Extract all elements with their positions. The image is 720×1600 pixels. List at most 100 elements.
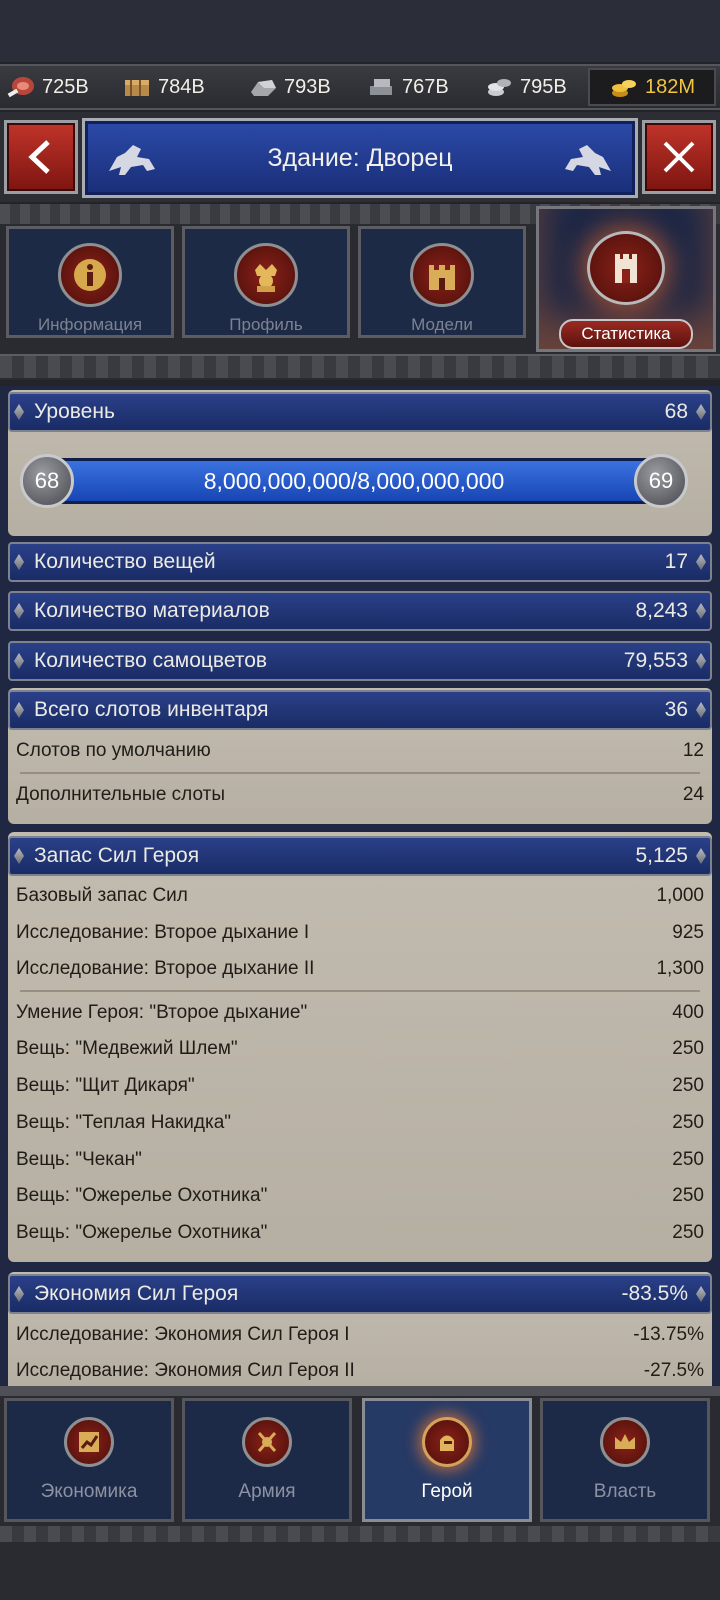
list-item: Базовый запас Сил 1,000 [16, 879, 704, 913]
stone-icon [251, 80, 276, 96]
energy-header: Запас Сил Героя 5,125 [8, 836, 712, 876]
resource-meat[interactable]: 725B [6, 66, 89, 108]
silver-icon [488, 79, 511, 96]
tab-label: Информация [37, 315, 143, 334]
current-level-badge: 68 [20, 454, 74, 508]
stat-label: Всего слотов инвентаря [34, 698, 269, 721]
row-label: Вещь: "Медвежий Шлем" [16, 1038, 238, 1059]
divider [20, 990, 700, 992]
close-button[interactable] [642, 120, 716, 194]
current-level-value: 68 [34, 468, 60, 493]
list-item: Исследование: Экономия Сил Героя II -27.… [16, 1354, 704, 1386]
stat-value: 8,243 [635, 599, 688, 622]
stat-value: -83.5% [621, 1282, 688, 1305]
row-value: 925 [672, 922, 704, 943]
row-value: 1,000 [656, 885, 704, 906]
list-item: Вещь: "Ожерелье Охотника" 250 [16, 1179, 704, 1213]
row-label: Слотов по умолчанию [16, 740, 211, 761]
level-progress: 8,000,000,000/8,000,000,000 68 69 [20, 454, 688, 508]
info-icon [74, 259, 106, 291]
row-label: Исследование: Второе дыхание II [16, 958, 315, 979]
nav-label: Власть [593, 1481, 657, 1502]
gold-coins-icon [611, 80, 636, 97]
tab-information[interactable]: Информация [6, 226, 174, 338]
resource-stone[interactable]: 793B [248, 66, 331, 108]
nav-emblem [600, 1417, 650, 1467]
stat-label: Запас Сил Героя [34, 844, 200, 867]
tab-emblem [410, 243, 474, 307]
stat-label: Количество самоцветов [34, 649, 268, 672]
title-bar: Здание: Дворец [0, 112, 720, 202]
nav-hero[interactable]: Герой [362, 1398, 532, 1522]
row-value: 250 [672, 1185, 704, 1206]
list-item: Исследование: Второе дыхание I 925 [16, 916, 704, 950]
row-label: Вещь: "Чекан" [16, 1149, 142, 1170]
stat-value: 79,553 [623, 649, 688, 672]
stat-value: 36 [664, 698, 688, 721]
level-header: Уровень 68 [8, 392, 712, 432]
row-value: 250 [672, 1222, 704, 1243]
stat-label: Количество вещей [34, 550, 216, 573]
crown-icon [615, 1434, 635, 1449]
nav-label: Герой [421, 1481, 473, 1502]
iron-value: 767B [402, 75, 449, 98]
items-count-row: Количество вещей 17 [8, 542, 712, 582]
wood-icon [125, 80, 149, 96]
chevron-left-icon [28, 140, 50, 174]
resource-iron[interactable]: 767B [366, 66, 449, 108]
army-icon [257, 1432, 277, 1452]
tab-emblem [587, 231, 665, 305]
lion-emblem-icon [109, 145, 155, 175]
nav-army[interactable]: Армия [182, 1398, 352, 1522]
row-value: -27.5% [643, 1360, 704, 1381]
level-value: 68 [664, 400, 688, 423]
stat-value: 5,125 [635, 844, 688, 867]
resource-silver[interactable]: 795B [484, 66, 567, 108]
decorative-trim [0, 354, 720, 378]
tab-models[interactable]: Модели [358, 226, 526, 338]
nav-emblem [242, 1417, 292, 1467]
nav-emblem [422, 1417, 472, 1467]
next-level-value: 69 [648, 468, 674, 493]
silver-value: 795B [520, 75, 567, 98]
wood-value: 784B [158, 75, 205, 98]
row-label: Вещь: "Ожерелье Охотника" [16, 1222, 268, 1243]
level-label: Уровень [34, 400, 115, 423]
next-level-badge: 69 [634, 454, 688, 508]
meat-value: 725B [42, 75, 89, 98]
list-item: Вещь: "Чекан" 250 [16, 1143, 704, 1177]
row-value: 1,300 [656, 958, 704, 979]
row-label: Исследование: Второе дыхание I [16, 922, 310, 943]
tab-emblem [234, 243, 298, 307]
nav-economy[interactable]: Экономика [4, 1398, 174, 1522]
list-item: Слотов по умолчанию 12 [16, 734, 704, 768]
row-label: Базовый запас Сил [16, 885, 188, 906]
stone-value: 793B [284, 75, 331, 98]
row-value: -13.75% [633, 1324, 704, 1345]
row-value: 12 [682, 740, 704, 761]
economy-icon [79, 1432, 99, 1452]
list-item: Вещь: "Щит Дикаря" 250 [16, 1069, 704, 1103]
row-value: 400 [672, 1002, 704, 1023]
nav-power[interactable]: Власть [540, 1398, 710, 1522]
progress-bar: 8,000,000,000/8,000,000,000 [46, 458, 662, 504]
lion-emblem-icon [565, 145, 611, 175]
inventory-header: Всего слотов инвентаря 36 [8, 690, 712, 730]
tab-statistics[interactable]: Статистика [536, 206, 716, 352]
back-button[interactable] [4, 120, 78, 194]
nav-label: Экономика [40, 1481, 138, 1502]
statistics-content[interactable]: Уровень 68 8,000,000,000/8,000,000,000 6… [0, 386, 720, 1386]
tab-profile[interactable]: Профиль [182, 226, 350, 338]
row-label: Исследование: Экономия Сил Героя II [16, 1360, 355, 1381]
stat-label: Количество материалов [34, 599, 270, 622]
status-bar-area [0, 0, 720, 62]
list-item: Умение Героя: "Второе дыхание" 400 [16, 996, 704, 1030]
tower-icon [615, 254, 637, 283]
row-label: Вещь: "Щит Дикаря" [16, 1075, 195, 1096]
list-item: Исследование: Экономия Сил Героя I -13.7… [16, 1318, 704, 1352]
list-item: Вещь: "Медвежий Шлем" 250 [16, 1032, 704, 1066]
gold-value: 182M [644, 75, 696, 98]
close-icon [663, 141, 695, 173]
resource-wood[interactable]: 784B [122, 66, 205, 108]
resource-gold[interactable]: 182M [588, 68, 716, 106]
